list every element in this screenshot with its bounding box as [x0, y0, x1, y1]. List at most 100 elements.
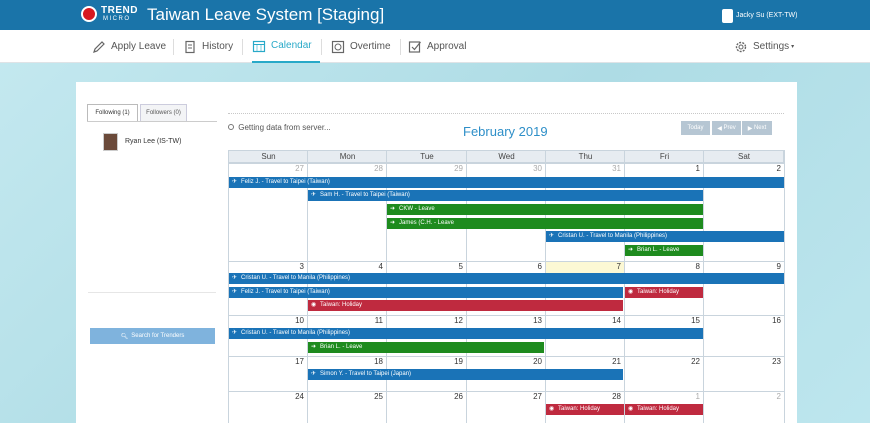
nav-label: Settings: [753, 41, 790, 52]
tab-following[interactable]: Following (1): [87, 104, 138, 121]
day-number[interactable]: 31: [545, 164, 621, 173]
nav-history[interactable]: History: [183, 30, 233, 63]
pencil-icon: [93, 40, 105, 53]
day-number[interactable]: 24: [228, 392, 304, 401]
nav-label: Calendar: [271, 40, 312, 51]
user-name[interactable]: Jacky Su (EXT-TW): [736, 12, 797, 19]
day-number[interactable]: 28: [545, 392, 621, 401]
day-number[interactable]: 2: [703, 392, 781, 401]
user-avatar[interactable]: [722, 9, 733, 23]
day-number[interactable]: 11: [307, 316, 383, 325]
day-number[interactable]: 13: [466, 316, 542, 325]
day-number[interactable]: 4: [307, 262, 383, 271]
weekday-label: Fri: [659, 152, 670, 161]
followed-user-name[interactable]: Ryan Lee (IS-TW): [125, 138, 181, 145]
prev-button[interactable]: ◀ Prev: [712, 121, 741, 135]
day-number[interactable]: 15: [624, 316, 700, 325]
logo-text: TREND: [101, 5, 138, 16]
event-label: Brian L. - Leave: [320, 344, 363, 350]
day-number[interactable]: 25: [307, 392, 383, 401]
holiday-icon: ◉: [549, 406, 555, 412]
event-label: Taiwan: Holiday: [558, 406, 601, 412]
day-number[interactable]: 20: [466, 357, 542, 366]
day-number[interactable]: 16: [703, 316, 781, 325]
calendar-event[interactable]: ◉ Taiwan: Holiday: [625, 287, 703, 298]
grid-line: [703, 150, 704, 423]
next-label: Next: [753, 125, 767, 131]
nav-apply-leave[interactable]: Apply Leave: [92, 30, 166, 63]
calendar-event[interactable]: ✈ Feliz J. - Travel to Taipei (Taiwan): [229, 287, 623, 298]
day-number[interactable]: 8: [624, 262, 700, 271]
calendar-event[interactable]: ◉ Taiwan: Holiday: [546, 404, 624, 415]
today-button[interactable]: Today: [681, 121, 710, 135]
plane-icon: ✈: [232, 179, 238, 185]
search-trenders-button[interactable]: 🔍︎ Search for Trenders: [90, 328, 215, 344]
weekday-label: Mon: [339, 152, 356, 161]
day-number[interactable]: 22: [624, 357, 700, 366]
nav-settings[interactable]: Settings ▾: [734, 30, 794, 63]
event-label: Brian L. - Leave: [637, 247, 680, 253]
event-label: Cristan U. - Travel to Manila (Philippin…: [241, 330, 351, 336]
day-number[interactable]: 5: [386, 262, 463, 271]
event-label: James (C.H. - Leave: [399, 220, 455, 226]
day-number[interactable]: 2: [703, 164, 781, 173]
plane-icon: ✈: [549, 233, 555, 239]
nav-label: Overtime: [350, 41, 391, 52]
holiday-icon: ◉: [628, 289, 634, 295]
trend-micro-logo[interactable]: TREND MICRO: [81, 4, 139, 26]
leave-icon: ➜: [311, 344, 317, 350]
day-number[interactable]: 7: [545, 262, 621, 271]
calendar-event[interactable]: ➜ CKW - Leave: [387, 204, 703, 215]
calendar-event[interactable]: ✈ Cristan U. - Travel to Manila (Philippi…: [546, 231, 784, 242]
day-number[interactable]: 29: [386, 164, 463, 173]
calendar-event[interactable]: ➜ James (C.H. - Leave: [387, 218, 703, 229]
day-number[interactable]: 10: [228, 316, 304, 325]
nav-approval[interactable]: Approval: [408, 30, 466, 63]
calendar-icon: [252, 40, 266, 52]
day-number[interactable]: 27: [228, 164, 304, 173]
calendar-event[interactable]: ◉ Taiwan: Holiday: [625, 404, 703, 415]
calendar-event[interactable]: ✈ Cristan U. - Travel to Manila (Philippi…: [229, 273, 784, 284]
event-label: Cristan U. - Travel to Manila (Philippin…: [241, 275, 351, 281]
day-number[interactable]: 6: [466, 262, 542, 271]
event-label: Feliz J. - Travel to Taipei (Taiwan): [241, 289, 330, 295]
day-number[interactable]: 23: [703, 357, 781, 366]
day-number[interactable]: 21: [545, 357, 621, 366]
calendar-event[interactable]: ✈ Sam H. - Travel to Taipei (Taiwan): [308, 190, 703, 201]
calendar-event[interactable]: ✈ Simon Y. - Travel to Taipei (Japan): [308, 369, 623, 380]
weekday-label: Thu: [578, 152, 593, 161]
nav-divider: [173, 39, 174, 55]
divider: [88, 292, 216, 293]
nav-calendar[interactable]: Calendar: [252, 30, 320, 63]
nav-overtime[interactable]: Overtime: [331, 30, 391, 63]
calendar-event[interactable]: ➜ Brian L. - Leave: [625, 245, 703, 256]
day-number[interactable]: 3: [228, 262, 304, 271]
day-number[interactable]: 26: [386, 392, 463, 401]
calendar-event[interactable]: ✈ Cristan U. - Travel to Manila (Philippi…: [229, 328, 703, 339]
day-number[interactable]: 9: [703, 262, 781, 271]
next-button[interactable]: ▶ Next: [742, 121, 772, 135]
day-number[interactable]: 28: [307, 164, 383, 173]
day-number[interactable]: 19: [386, 357, 463, 366]
day-number[interactable]: 1: [624, 392, 700, 401]
loading-status: Getting data from server...: [228, 123, 331, 132]
avatar[interactable]: [103, 133, 118, 151]
day-number[interactable]: 1: [624, 164, 700, 173]
document-icon: [185, 40, 195, 53]
day-number[interactable]: 18: [307, 357, 383, 366]
month-title: February 2019: [463, 124, 548, 139]
day-number[interactable]: 30: [466, 164, 542, 173]
main-nav: Apply Leave History Calendar Overtime Ap…: [0, 30, 870, 63]
day-number[interactable]: 17: [228, 357, 304, 366]
prev-label: Prev: [723, 125, 736, 131]
event-label: Cristan U. - Travel to Manila (Philippin…: [558, 233, 668, 239]
day-number[interactable]: 14: [545, 316, 621, 325]
calendar-event[interactable]: ✈ Feliz J. - Travel to Taipei (Taiwan): [229, 177, 784, 188]
spinner-icon: [228, 124, 234, 130]
tab-followers[interactable]: Followers (0): [140, 104, 187, 121]
search-icon: 🔍︎: [120, 333, 129, 340]
calendar-event[interactable]: ◉ Taiwan: Holiday: [308, 300, 623, 311]
day-number[interactable]: 27: [466, 392, 542, 401]
day-number[interactable]: 12: [386, 316, 463, 325]
calendar-event[interactable]: ➜ Brian L. - Leave: [308, 342, 544, 353]
